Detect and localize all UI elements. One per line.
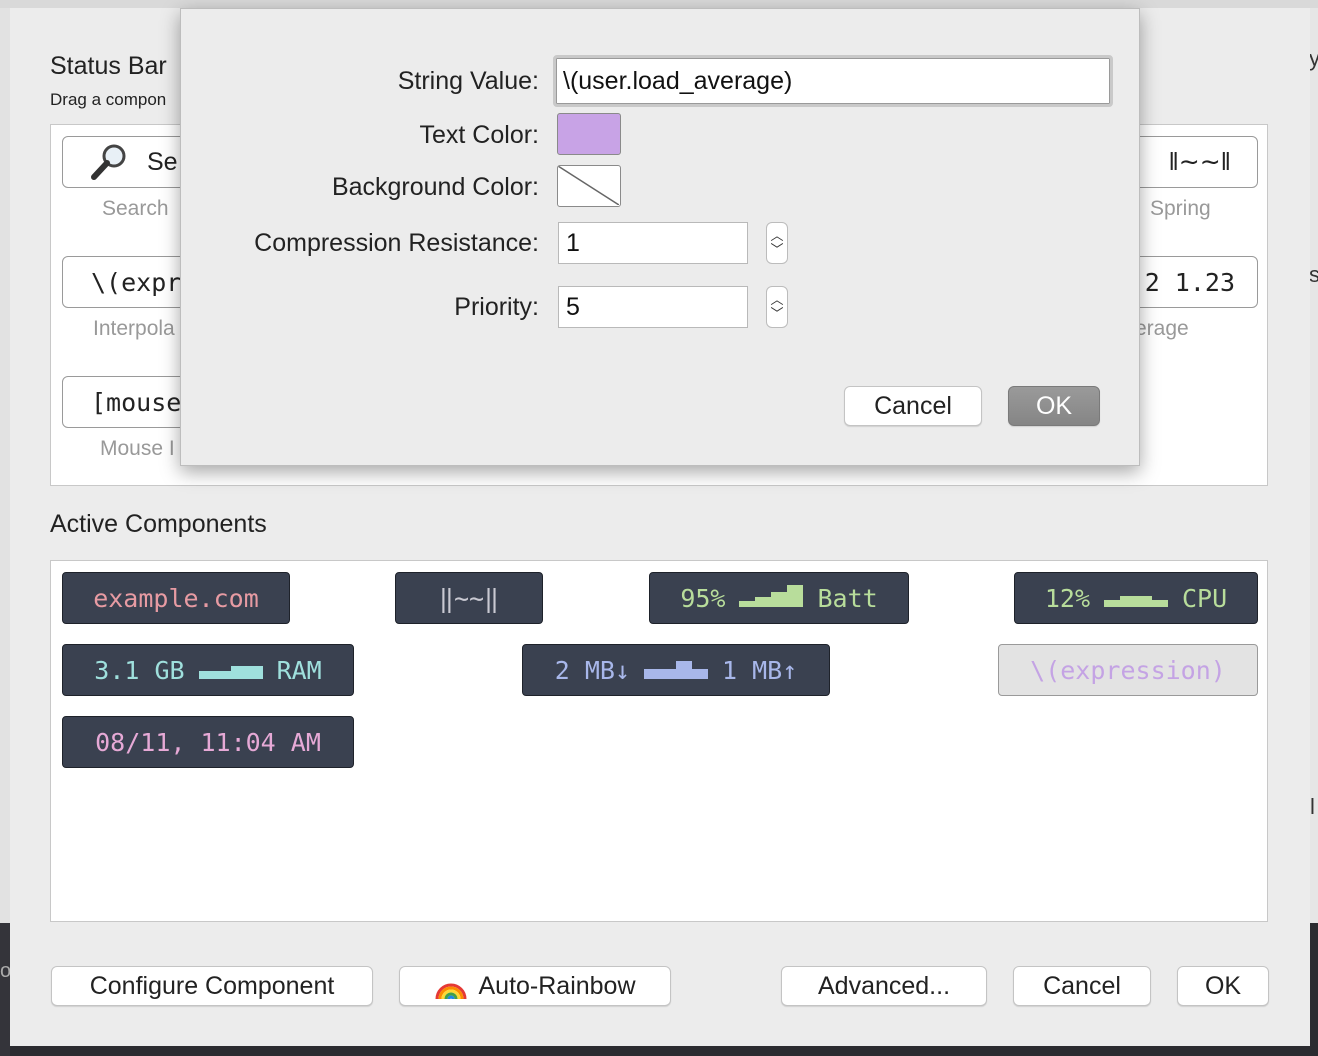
section-subtitle: Drag a compon [50,90,167,109]
chip-datetime-text: 08/11, 11:04 AM [95,727,321,757]
no-color-slash-icon [558,166,619,205]
string-value-text: \(user.load_average) [563,66,793,95]
chip-network[interactable]: 2 MB↓ 1 MB↑ [522,644,830,696]
battery-bars-icon [739,584,804,613]
configure-component-button[interactable]: Configure Component [51,966,373,1006]
advanced-label: Advanced... [817,971,951,1000]
text-color-label: Text Color: [419,121,539,149]
priority-value: 5 [566,292,580,321]
palette-caption-interpolation: Interpola [93,317,175,340]
cancel-button[interactable]: Cancel [1013,966,1151,1006]
network-up: 1 MB↑ [722,655,798,685]
string-value-field[interactable]: \(user.load_average) [553,55,1113,107]
right-edge-char-2: s [1309,262,1318,287]
right-edge-char-1: y [1309,46,1318,71]
left-window-edge [0,8,10,923]
battery-value: 95% [680,583,726,613]
dialog-cancel-label: Cancel [874,391,952,420]
palette-item-interpolation-text: \(expr [91,267,182,297]
window-top-strip [0,0,1318,8]
right-edge-char-3: l [1310,794,1315,819]
chip-battery[interactable]: 95% Batt [649,572,909,624]
auto-rainbow-button[interactable]: Auto-Rainbow [399,966,671,1006]
chevron-down-icon: ﹀ [770,306,784,321]
background-color-well[interactable] [557,165,621,207]
magnifying-glass-icon [89,143,129,181]
palette-caption-spring: Spring [1150,197,1211,220]
network-bars-icon [644,656,708,685]
active-components-area: example.com ‖∼∼‖ 95% Batt 12% CPU 3.1 GB… [50,560,1268,922]
priority-label: Priority: [454,293,539,321]
chip-spring[interactable]: ‖∼∼‖ [395,572,543,624]
palette-item-search-text: Se [147,147,178,176]
compression-resistance-field[interactable]: 1 [558,222,748,264]
chip-spring-text: ‖∼∼‖ [438,583,500,613]
advanced-button[interactable]: Advanced... [781,966,987,1006]
chip-datetime[interactable]: 08/11, 11:04 AM [62,716,354,768]
compression-resistance-label: Compression Resistance: [254,229,539,257]
palette-item-spring-text: ‖∼∼‖ [1168,148,1231,176]
configure-component-dialog: String Value: \(user.load_average) Text … [180,8,1140,466]
chip-expression-text: \(expression) [1030,655,1226,685]
ram-label: RAM [276,655,322,685]
network-down: 2 MB↓ [554,655,630,685]
ok-button[interactable]: OK [1177,966,1269,1006]
palette-item-load-average-text: 2 1.23 [1144,267,1235,297]
rainbow-icon [434,971,468,1001]
ok-label: OK [1204,971,1242,1000]
compression-resistance-value: 1 [566,228,580,257]
cancel-label: Cancel [1043,971,1121,1000]
cpu-value: 12% [1044,583,1090,613]
background-color-label: Background Color: [331,173,539,201]
palette-item-mouse-text: [mouse [91,387,182,417]
left-dark-edge [0,923,10,1056]
configure-component-label: Configure Component [89,971,335,1000]
ram-bars-icon [198,656,263,685]
compression-resistance-stepper[interactable]: ︿ ﹀ [766,222,788,264]
section-title: Status Bar [50,52,167,80]
chip-expression-selected[interactable]: \(expression) [998,644,1258,696]
dialog-ok-label: OK [1035,391,1073,420]
cpu-label: CPU [1182,583,1228,613]
chevron-down-icon: ﹀ [770,242,784,257]
auto-rainbow-label: Auto-Rainbow [478,971,636,1000]
text-color-well[interactable] [557,113,621,155]
string-value-label: String Value: [397,67,539,95]
chip-example-com[interactable]: example.com [62,572,290,624]
chip-cpu[interactable]: 12% CPU [1014,572,1258,624]
ram-value: 3.1 GB [94,655,185,685]
chevron-up-icon: ︿ [770,228,784,243]
active-components-title: Active Components [50,510,267,538]
dialog-ok-button[interactable]: OK [1008,386,1100,426]
chip-ram[interactable]: 3.1 GB RAM [62,644,354,696]
palette-caption-load-average: erage [1135,317,1189,340]
cpu-bars-icon [1104,584,1168,613]
palette-caption-search: Search [102,197,169,220]
battery-label: Batt [817,583,878,613]
right-window-edge [1310,8,1318,923]
priority-stepper[interactable]: ︿ ﹀ [766,286,788,328]
palette-caption-mouse: Mouse I [100,437,175,460]
dialog-cancel-button[interactable]: Cancel [844,386,982,426]
chevron-up-icon: ︿ [770,292,784,307]
chip-example-com-text: example.com [93,583,259,613]
priority-field[interactable]: 5 [558,286,748,328]
